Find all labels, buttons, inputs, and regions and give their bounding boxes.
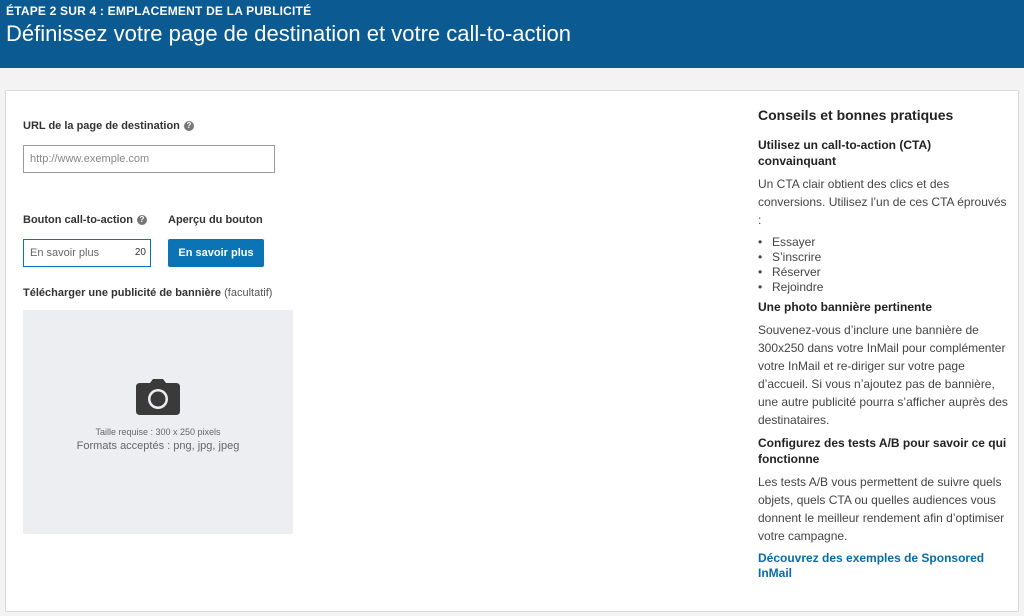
header-bar: ÉTAPE 2 SUR 4 : EMPLACEMENT DE LA PUBLIC… [0, 0, 1024, 68]
url-label: URL de la page de destination [23, 120, 180, 132]
cta-label-row: Bouton call-to-action? [23, 214, 147, 226]
step-indicator: ÉTAPE 2 SUR 4 : EMPLACEMENT DE LA PUBLIC… [6, 4, 312, 18]
url-label-row: URL de la page de destination? [23, 120, 194, 132]
tip-cta-title: Utilisez un call-to-action (CTA) convain… [758, 138, 932, 168]
banner-size-text: Taille requise : 300 x 250 pixels [95, 427, 221, 437]
tip-cta-text: Un CTA clair obtient des clics et des co… [758, 177, 1007, 227]
cta-examples-list: Essayer S’inscrire Réserver Rejoindre [758, 235, 1008, 295]
banner-label-row: Télécharger une publicité de bannière (f… [23, 287, 272, 299]
list-item: Essayer [772, 235, 1008, 250]
tips-panel: Conseils et bonnes pratiques Utilisez un… [758, 106, 1008, 581]
list-item: S’inscrire [772, 250, 1008, 265]
banner-optional: (facultatif) [224, 287, 273, 299]
cta-label: Bouton call-to-action [23, 214, 133, 226]
preview-label: Aperçu du bouton [168, 214, 263, 226]
banner-upload-area[interactable]: Taille requise : 300 x 250 pixels Format… [23, 310, 293, 534]
tips-title: Conseils et bonnes pratiques [758, 107, 954, 123]
camera-icon [136, 379, 180, 415]
tip-ab-title: Configurez des tests A/B pour savoir ce … [758, 436, 1007, 466]
tip-ab-text: Les tests A/B vous permettent de suivre … [758, 475, 1005, 543]
list-item: Rejoindre [772, 280, 1008, 295]
cta-input[interactable] [24, 240, 136, 266]
banner-formats-text: Formats acceptés : png, jpg, jpeg [76, 440, 240, 452]
help-icon[interactable]: ? [137, 215, 147, 225]
cta-preview-button[interactable]: En savoir plus [168, 239, 264, 267]
list-item: Réserver [772, 265, 1008, 280]
cta-field: 20 [23, 239, 151, 267]
sponsored-inmail-examples-link[interactable]: Découvrez des exemples de Sponsored InMa… [758, 551, 1008, 581]
help-icon[interactable]: ? [183, 121, 194, 131]
tip-banner-title: Une photo bannière pertinente [758, 300, 933, 314]
placement-card: URL de la page de destination? Bouton ca… [5, 90, 1019, 612]
cta-char-count: 20 [134, 247, 146, 258]
destination-url-input[interactable] [23, 145, 275, 173]
banner-label: Télécharger une publicité de bannière [23, 287, 222, 299]
page-title: Définissez votre page de destination et … [6, 21, 571, 46]
tip-banner-text: Souvenez-vous d’inclure une bannière de … [758, 323, 1008, 427]
